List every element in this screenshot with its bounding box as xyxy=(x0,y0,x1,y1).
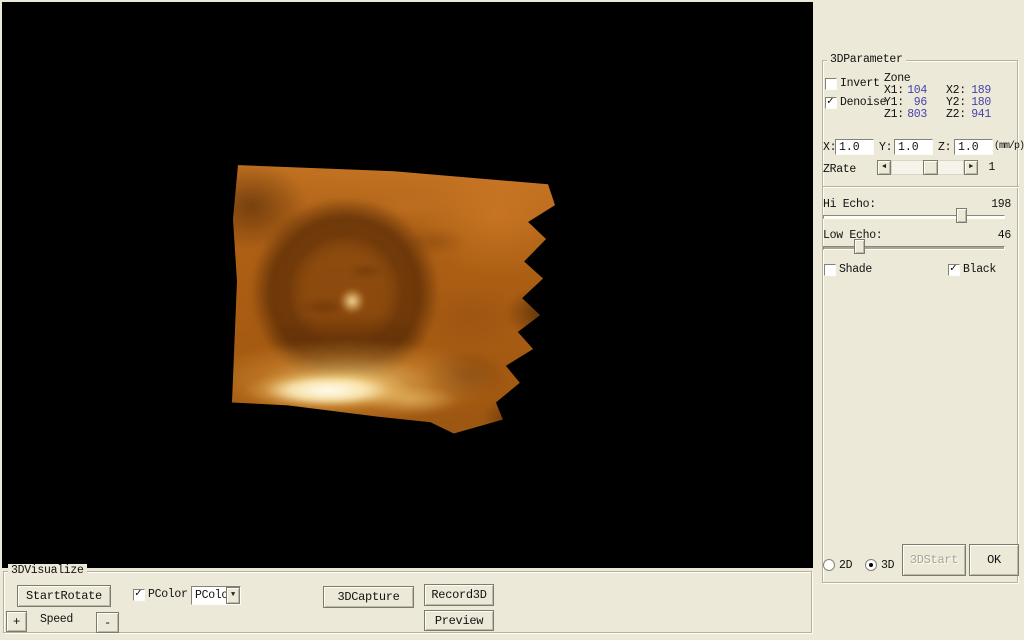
left-arrow-icon xyxy=(878,161,890,174)
denoise-checkbox[interactable] xyxy=(825,97,837,109)
zone-z1-value: 803 xyxy=(907,108,927,121)
invert-checkbox[interactable] xyxy=(825,78,837,90)
hi-echo-slider-thumb[interactable] xyxy=(956,208,967,223)
invert-checkbox-label: Invert xyxy=(840,77,880,90)
zrate-scroll-left-button[interactable] xyxy=(877,160,891,175)
mode-2d-radio-label: 2D xyxy=(839,559,853,572)
scale-z-label: Z: xyxy=(938,141,952,154)
chevron-down-icon xyxy=(227,588,239,603)
visualize-groupbox: 3DVisualize StartRotate PColor PColor + … xyxy=(3,564,812,633)
mode-3d-radio-label: 3D xyxy=(881,559,895,572)
zrate-value: 1 xyxy=(988,161,995,174)
zrate-scrollbar[interactable] xyxy=(877,160,978,175)
shade-checkbox-label: Shade xyxy=(839,263,873,276)
mode-3d-radio[interactable] xyxy=(865,559,877,571)
scale-unit-label: (mm/p) xyxy=(994,141,1024,152)
capture-3d-button[interactable]: 3DCapture xyxy=(323,586,414,608)
hi-echo-slider[interactable] xyxy=(823,207,1005,225)
start-3d-button[interactable]: 3DStart xyxy=(902,544,966,576)
low-echo-slider-track[interactable] xyxy=(823,246,1005,250)
ultrasound-3d-render xyxy=(231,165,556,434)
separator xyxy=(823,186,1019,188)
ok-button[interactable]: OK xyxy=(969,544,1019,576)
speed-plus-button[interactable]: + xyxy=(6,611,27,632)
pcolor-checkbox[interactable] xyxy=(133,589,145,601)
record-3d-button[interactable]: Record3D xyxy=(424,584,494,606)
preview-button[interactable]: Preview xyxy=(424,610,494,631)
zone-z2-value: 941 xyxy=(971,108,991,121)
app-window: 3DParameter Invert Denoise Zone X1: 104 … xyxy=(0,0,1024,640)
parameter-panel: 3DParameter Invert Denoise Zone X1: 104 … xyxy=(815,0,1024,640)
speed-minus-button[interactable]: - xyxy=(96,612,119,633)
pcolor-checkbox-label: PColor xyxy=(148,588,188,601)
parameter-groupbox: 3DParameter Invert Denoise Zone X1: 104 … xyxy=(822,53,1024,583)
ultrasound-3d-render-art xyxy=(231,165,556,434)
pcolor-dropdown[interactable]: PColor xyxy=(191,586,241,605)
zrate-scroll-right-button[interactable] xyxy=(964,160,978,175)
zrate-label: ZRate xyxy=(823,163,857,176)
start-rotate-button[interactable]: StartRotate xyxy=(17,585,111,607)
hi-echo-slider-track[interactable] xyxy=(823,215,1005,219)
black-checkbox[interactable] xyxy=(948,264,960,276)
speed-label: Speed xyxy=(40,613,74,626)
render-viewport[interactable] xyxy=(2,2,813,568)
visualize-panel: 3DVisualize StartRotate PColor PColor + … xyxy=(0,564,815,640)
black-checkbox-label: Black xyxy=(963,263,997,276)
pcolor-dropdown-button[interactable] xyxy=(226,587,240,604)
shade-checkbox[interactable] xyxy=(824,264,836,276)
zrate-scrollbar-thumb[interactable] xyxy=(923,160,938,175)
scale-y-label: Y: xyxy=(879,141,893,154)
low-echo-slider[interactable] xyxy=(823,238,1005,256)
mode-2d-radio[interactable] xyxy=(823,559,835,571)
scale-y-input[interactable] xyxy=(894,139,933,155)
parameter-group-title: 3DParameter xyxy=(827,53,906,67)
scale-x-input[interactable] xyxy=(835,139,874,155)
scale-z-input[interactable] xyxy=(954,139,993,155)
right-arrow-icon xyxy=(965,161,977,174)
visualize-group-title: 3DVisualize xyxy=(8,564,87,578)
denoise-checkbox-label: Denoise xyxy=(840,96,887,109)
low-echo-slider-thumb[interactable] xyxy=(854,239,865,254)
